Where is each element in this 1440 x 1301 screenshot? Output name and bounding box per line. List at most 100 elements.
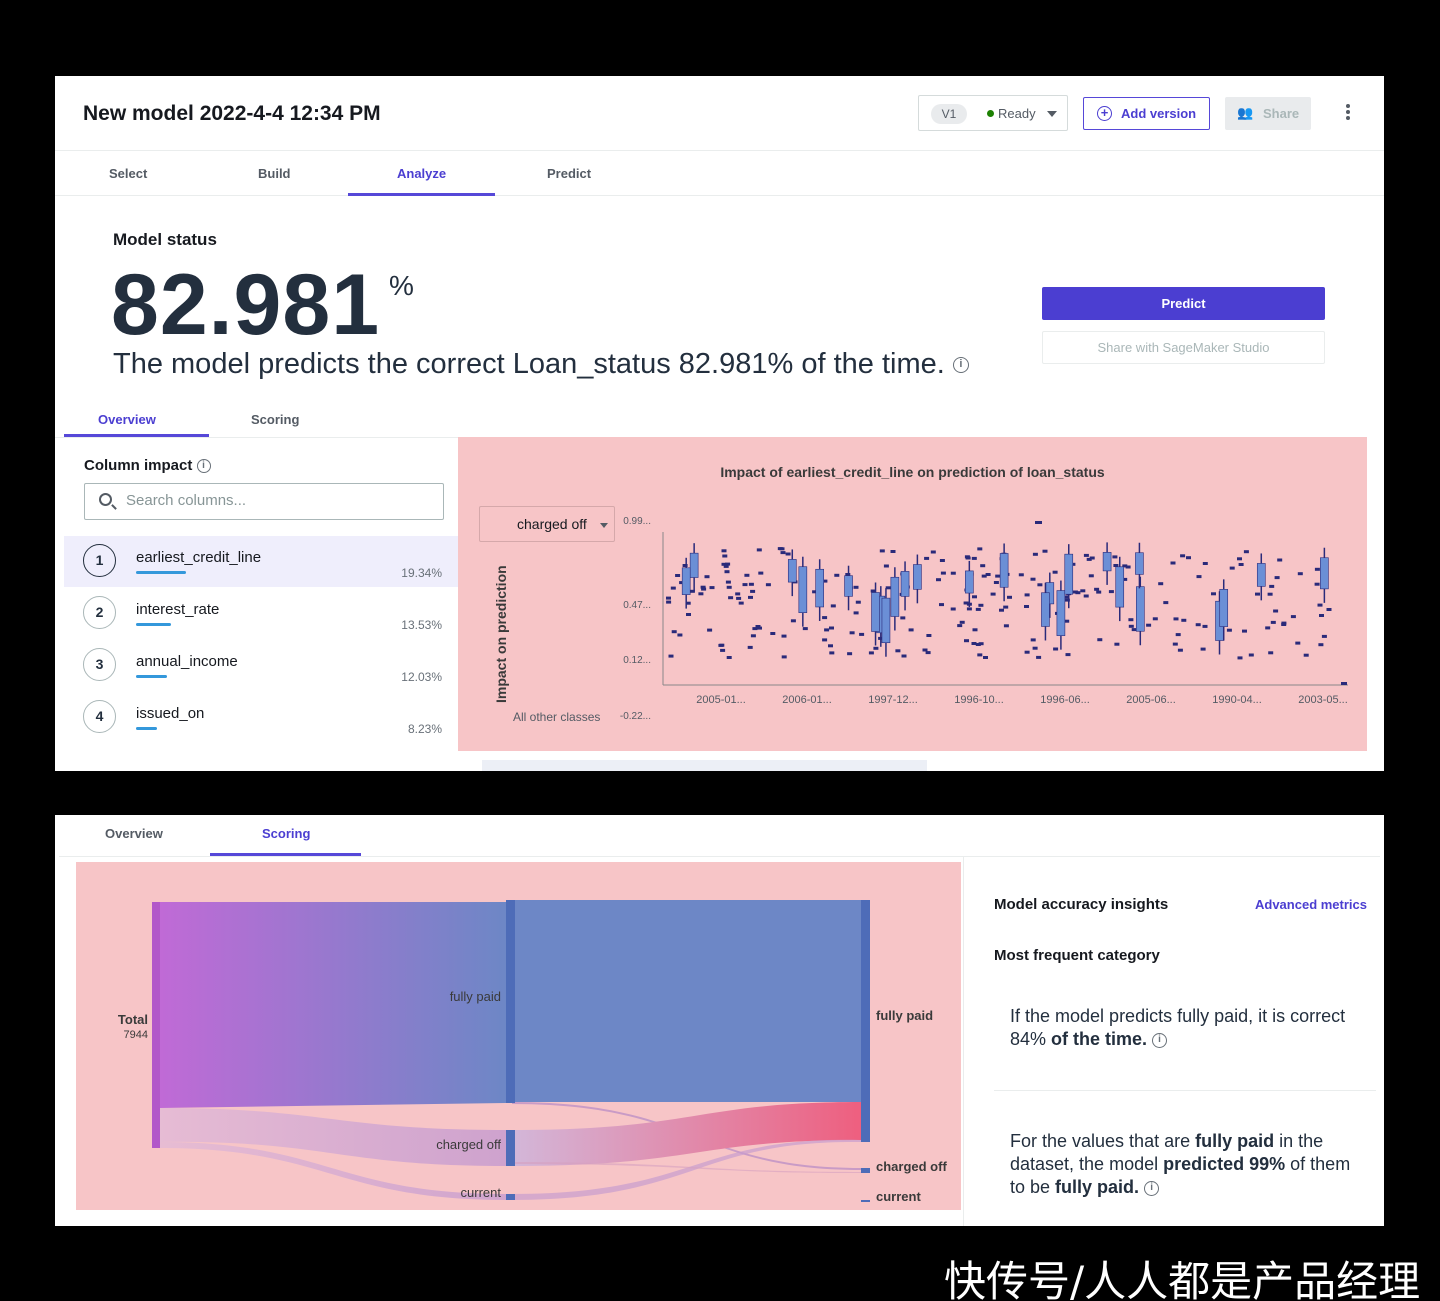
impact-value: 13.53%: [401, 618, 442, 632]
data-point: [873, 646, 879, 650]
data-point: [1163, 601, 1169, 605]
column-row[interactable]: 3 annual_income 12.03%: [64, 640, 459, 691]
data-point: [747, 645, 753, 649]
data-point: [977, 653, 983, 657]
data-point: [1314, 582, 1320, 586]
label-actual-current: current: [461, 1185, 502, 1200]
data-point: [1007, 595, 1012, 599]
label-pred-charged-off: charged off: [876, 1159, 947, 1174]
data-point: [834, 573, 840, 577]
data-point: [726, 656, 732, 659]
main-tabs: Select Build Analyze Predict: [55, 150, 1384, 196]
data-point: [964, 639, 969, 643]
impact-bar: [136, 623, 171, 626]
model-analyze-panel: New model 2022-4-4 12:34 PM V1 Ready + A…: [55, 76, 1384, 771]
data-point: [901, 654, 907, 658]
share-button[interactable]: 👥 Share: [1225, 97, 1311, 130]
data-point: [1317, 603, 1323, 607]
version-badge: V1: [931, 104, 967, 124]
data-point: [1295, 641, 1301, 645]
sankey-diagram: Total 7944 fully paid charged off curren…: [118, 900, 947, 1204]
data-point: [790, 619, 796, 623]
data-point: [666, 596, 671, 600]
data-point: [972, 595, 977, 599]
info-icon[interactable]: i: [196, 459, 211, 474]
data-point: [1097, 638, 1103, 642]
info-icon[interactable]: i: [1144, 1180, 1160, 1196]
data-point: [1094, 587, 1100, 591]
data-point: [1238, 563, 1244, 566]
impact-bar: [136, 727, 157, 730]
data-point: [1112, 555, 1118, 559]
data-point: [671, 630, 677, 634]
info-icon[interactable]: i: [1152, 1032, 1168, 1048]
label-total-value: 7944: [124, 1029, 148, 1041]
label-pred-current: current: [876, 1189, 921, 1204]
rank-badge: 2: [83, 596, 116, 629]
data-point: [1321, 634, 1327, 638]
share-sagemaker-button[interactable]: Share with SageMaker Studio: [1042, 331, 1325, 364]
data-point: [698, 592, 704, 596]
data-point: [1125, 565, 1131, 569]
column-row[interactable]: 4 issued_on 8.23%: [64, 692, 459, 743]
data-point: [853, 611, 859, 615]
x-tick-label: 2005-06...: [1126, 694, 1176, 706]
box-body: [798, 566, 808, 613]
subtab-overview[interactable]: Overview: [98, 412, 156, 427]
data-point: [1083, 553, 1089, 557]
more-options-icon[interactable]: [1340, 104, 1356, 122]
data-point: [924, 556, 930, 560]
data-point: [822, 616, 828, 620]
x-tick-label: 2006-01...: [782, 694, 832, 706]
data-point: [1096, 590, 1102, 594]
data-point: [829, 651, 835, 655]
version-selector[interactable]: V1 Ready: [918, 95, 1068, 131]
tab-build[interactable]: Build: [258, 166, 291, 181]
predict-button[interactable]: Predict: [1042, 287, 1325, 320]
data-point: [1108, 590, 1114, 594]
box-body: [999, 553, 1009, 588]
x-tick-label: 1990-04...: [1212, 694, 1262, 706]
box-body: [900, 571, 910, 597]
y-tick-label: 0.99...: [623, 516, 651, 527]
data-point-outlier: [1035, 521, 1042, 524]
tab-analyze[interactable]: Analyze: [397, 166, 446, 181]
data-point: [890, 550, 896, 553]
data-point: [700, 585, 706, 589]
x-tick-label: 2005-01...: [696, 694, 746, 706]
column-name: annual_income: [136, 653, 238, 670]
node-pred-fully-paid: [861, 900, 870, 1142]
data-point: [722, 554, 728, 558]
search-icon: [99, 493, 112, 506]
insight-text-bold: fully paid: [1195, 1131, 1275, 1151]
subtab-overview[interactable]: Overview: [105, 826, 163, 841]
class-dropdown[interactable]: charged off: [479, 506, 615, 542]
subtab-scoring[interactable]: Scoring: [262, 826, 310, 841]
data-point: [718, 643, 724, 647]
data-point: [908, 628, 914, 632]
data-point: [1003, 605, 1009, 609]
info-icon[interactable]: i: [952, 357, 969, 374]
tab-select[interactable]: Select: [109, 166, 147, 181]
data-point: [1146, 623, 1152, 627]
label-pred-fully-paid: fully paid: [876, 1008, 933, 1023]
data-point: [748, 595, 753, 599]
advanced-metrics-link[interactable]: Advanced metrics: [1255, 897, 1367, 912]
box-body: [913, 564, 922, 590]
data-point: [1319, 614, 1324, 617]
tab-predict[interactable]: Predict: [547, 166, 591, 181]
add-version-button[interactable]: + Add version: [1083, 97, 1210, 130]
box-body: [815, 568, 824, 608]
data-point: [1265, 626, 1271, 630]
box-body: [1102, 552, 1112, 572]
plus-circle-icon: +: [1097, 106, 1112, 121]
x-tick-label: 1996-06...: [1040, 694, 1090, 706]
subtab-divider: [59, 856, 1380, 857]
accuracy-unit: %: [389, 270, 414, 301]
data-point: [1032, 552, 1038, 556]
column-row[interactable]: 1 earliest_credit_line 19.34%: [64, 536, 459, 587]
column-row[interactable]: 2 interest_rate 13.53%: [64, 588, 459, 639]
search-input[interactable]: [126, 492, 426, 509]
subtab-scoring[interactable]: Scoring: [251, 412, 299, 427]
data-point: [855, 600, 861, 604]
